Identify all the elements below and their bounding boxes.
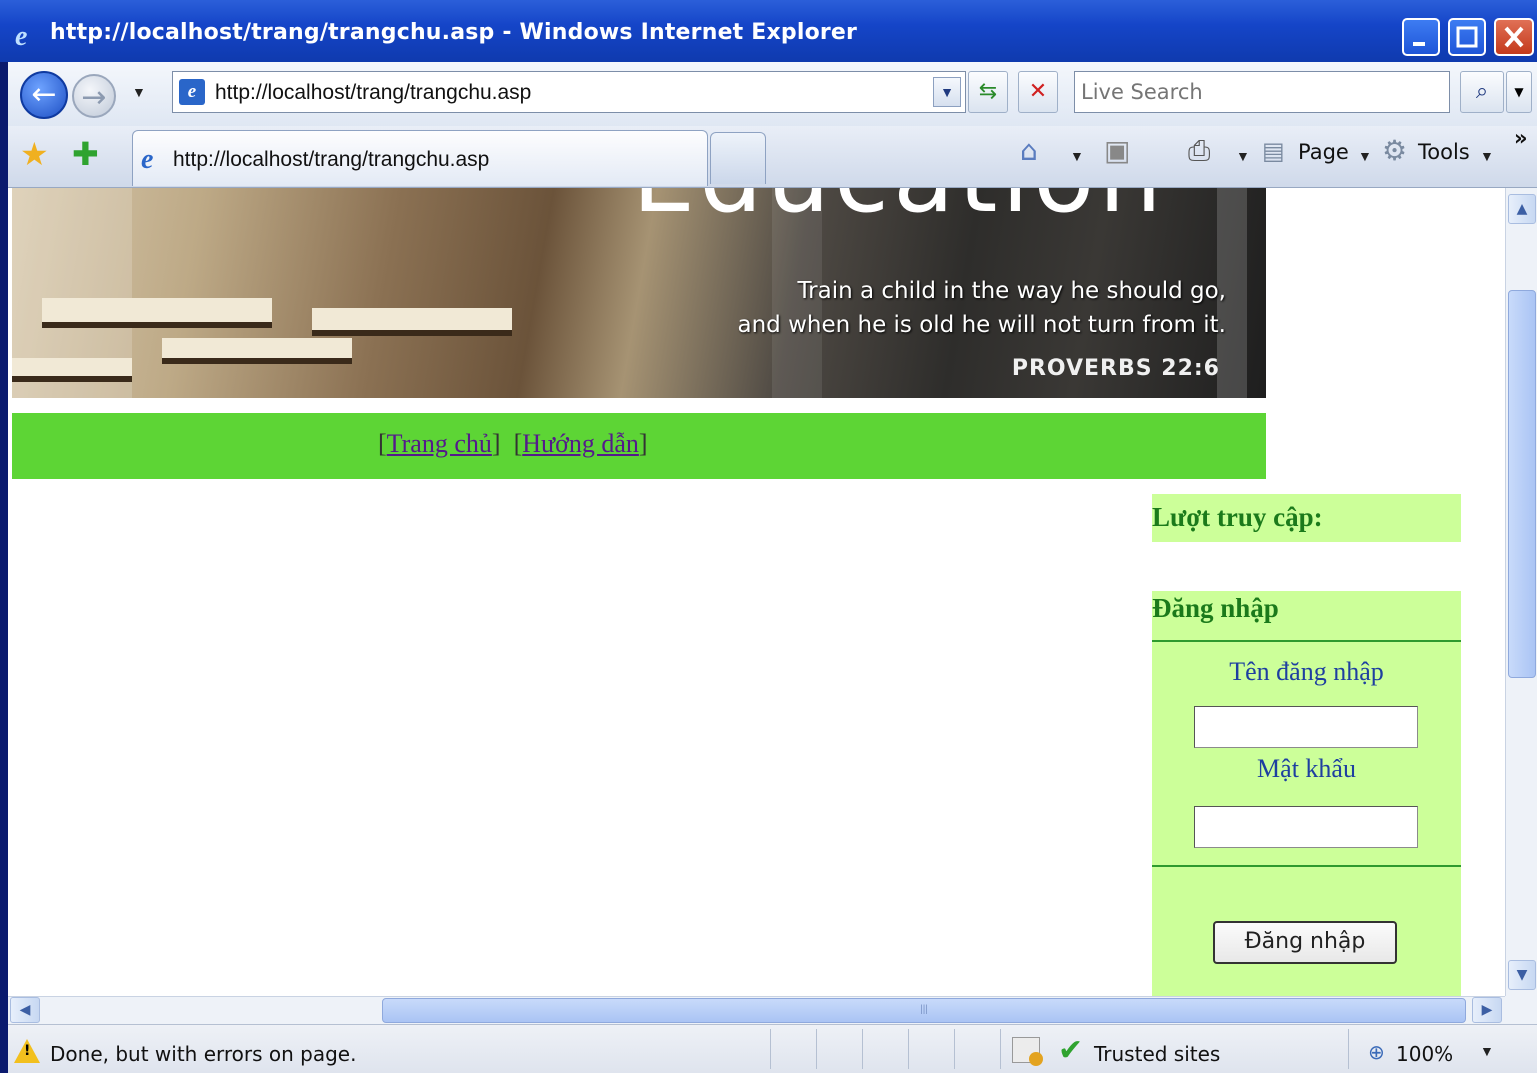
scroll-up-icon[interactable]: ▲ (1508, 194, 1536, 224)
back-arrow-icon: ← (31, 77, 57, 112)
home-icon[interactable]: ⌂ (1020, 136, 1038, 166)
history-dropdown-icon[interactable]: ▼ (132, 84, 146, 100)
close-window-button[interactable] (1494, 18, 1534, 56)
page-dropdown-icon[interactable]: ▼ (1358, 148, 1372, 164)
trusted-check-icon: ✔ (1058, 1033, 1084, 1068)
status-divider (954, 1029, 955, 1069)
more-commands-chevron-icon[interactable]: » (1514, 126, 1528, 150)
minimize-button[interactable] (1402, 18, 1440, 56)
home-dropdown-icon[interactable]: ▼ (1070, 148, 1084, 164)
scroll-left-icon[interactable]: ◀ (10, 997, 40, 1023)
nav-link-home[interactable]: Trang chủ (387, 429, 492, 458)
tab-toolbar: ★ ✚ e http://localhost/trang/trangchu.as… (8, 126, 1537, 188)
address-toolbar: ← → ▼ e http://localhost/trang/trangchu.… (8, 62, 1537, 126)
zoom-dropdown-icon[interactable]: ▼ (1480, 1043, 1494, 1059)
tab-label: http://localhost/trang/trangchu.asp (173, 148, 490, 171)
username-label: Tên đăng nhập (1229, 657, 1384, 686)
password-field[interactable] (1194, 806, 1418, 848)
banner-desk (312, 308, 512, 336)
print-dropdown-icon[interactable]: ▼ (1236, 148, 1250, 164)
password-input[interactable] (1195, 807, 1417, 847)
banner-desk (12, 358, 132, 382)
address-field[interactable]: e http://localhost/trang/trangchu.asp ▼ (172, 71, 966, 113)
tab-ie-icon: e (141, 144, 154, 175)
bracket-open: [ (378, 429, 387, 458)
status-divider (1000, 1029, 1001, 1069)
refresh-icon[interactable]: ⇆ (968, 71, 1008, 113)
search-input[interactable] (1075, 72, 1449, 112)
visit-counter-heading: Lượt truy cập: (1152, 502, 1323, 532)
feeds-icon[interactable]: ▣ (1104, 136, 1130, 166)
forward-button[interactable]: → (72, 74, 116, 118)
password-label: Mật khẩu (1257, 754, 1356, 783)
banner-heading: Education (632, 188, 1166, 235)
new-tab-button[interactable] (710, 132, 766, 184)
status-divider (862, 1029, 863, 1069)
scroll-down-icon[interactable]: ▼ (1508, 960, 1536, 990)
window-title: http://localhost/trang/trangchu.asp - Wi… (50, 20, 858, 45)
scroll-corner (1505, 996, 1537, 1024)
status-divider (1348, 1029, 1349, 1069)
bracket-close: ] (491, 429, 501, 458)
banner-quote-line2: and when he is old he will not turn from… (737, 312, 1226, 338)
window-title-bar: e http://localhost/trang/trangchu.asp - … (0, 0, 1537, 62)
page-ie-icon: e (179, 79, 205, 105)
zoom-level[interactable]: 100% (1396, 1042, 1453, 1066)
tools-dropdown-icon[interactable]: ▼ (1480, 148, 1494, 164)
login-box: Đăng nhập Tên đăng nhập Mật khẩu Đăng nh… (1152, 591, 1461, 996)
back-button[interactable]: ← (20, 71, 68, 119)
main-nav-bar: [Trang chủ] [Hướng dẫn] (12, 413, 1266, 479)
login-heading: Đăng nhập (1152, 593, 1279, 623)
search-field[interactable] (1074, 71, 1450, 113)
internet-explorer-icon: e (15, 21, 27, 50)
svg-text:e: e (15, 21, 27, 50)
maximize-button[interactable] (1448, 18, 1486, 56)
login-button[interactable]: Đăng nhập (1213, 921, 1397, 964)
status-message[interactable]: Done, but with errors on page. (50, 1042, 356, 1066)
vertical-scroll-thumb[interactable] (1508, 290, 1536, 678)
status-divider (770, 1029, 771, 1069)
search-options-dropdown-icon[interactable]: ▼ (1506, 71, 1532, 113)
login-divider (1152, 865, 1461, 867)
banner-quote-line1: Train a child in the way he should go, (797, 278, 1226, 304)
header-banner-image: Education Train a child in the way he sh… (12, 188, 1266, 398)
address-url[interactable]: http://localhost/trang/trangchu.asp (215, 81, 531, 105)
protected-mode-icon[interactable] (1012, 1037, 1043, 1066)
bracket-close: ] (638, 429, 648, 458)
status-divider (908, 1029, 909, 1069)
stop-icon[interactable]: ✕ (1018, 71, 1058, 113)
horizontal-scroll-thumb[interactable]: ||| (382, 998, 1466, 1023)
bracket-open: [ (513, 429, 523, 458)
visit-counter-box: Lượt truy cập: (1152, 494, 1461, 542)
scroll-right-icon[interactable]: ▶ (1472, 997, 1502, 1023)
zoom-icon: ⊕ (1368, 1040, 1385, 1064)
banner-reference: PROVERBS 22:6 (1011, 356, 1220, 381)
username-input[interactable] (1195, 707, 1417, 747)
page-menu-button[interactable]: Page (1298, 140, 1349, 164)
warning-mark: ! (24, 1043, 31, 1059)
print-icon[interactable]: ⎙ (1188, 136, 1210, 166)
page-viewport: Education Train a child in the way he sh… (8, 188, 1505, 996)
security-zone[interactable]: Trusted sites (1094, 1042, 1220, 1066)
login-divider (1152, 640, 1461, 642)
page-icon: ▤ (1262, 137, 1285, 165)
favorites-star-icon[interactable]: ★ (20, 138, 49, 170)
address-dropdown-icon[interactable]: ▼ (933, 77, 961, 107)
vertical-scrollbar[interactable]: ▲ ▼ (1505, 188, 1537, 996)
banner-desk (162, 338, 352, 364)
tools-menu-button[interactable]: Tools (1418, 140, 1470, 164)
gear-icon: ⚙ (1382, 134, 1408, 167)
status-divider (816, 1029, 817, 1069)
tab-current-page[interactable]: e http://localhost/trang/trangchu.asp (132, 130, 708, 186)
nav-link-guide[interactable]: Hướng dẫn (522, 429, 639, 458)
username-field[interactable] (1194, 706, 1418, 748)
forward-arrow-icon: → (81, 80, 107, 115)
status-bar: ! Done, but with errors on page. ✔ Trust… (8, 1024, 1537, 1073)
banner-desk (42, 298, 272, 328)
horizontal-scrollbar[interactable]: ◀ ||| ▶ (8, 996, 1505, 1024)
add-favorite-icon[interactable]: ✚ (72, 138, 99, 170)
search-icon[interactable]: ⌕ (1460, 71, 1504, 113)
nav-links: [Trang chủ] [Hướng dẫn] (378, 429, 648, 459)
window-frame (0, 62, 8, 1073)
